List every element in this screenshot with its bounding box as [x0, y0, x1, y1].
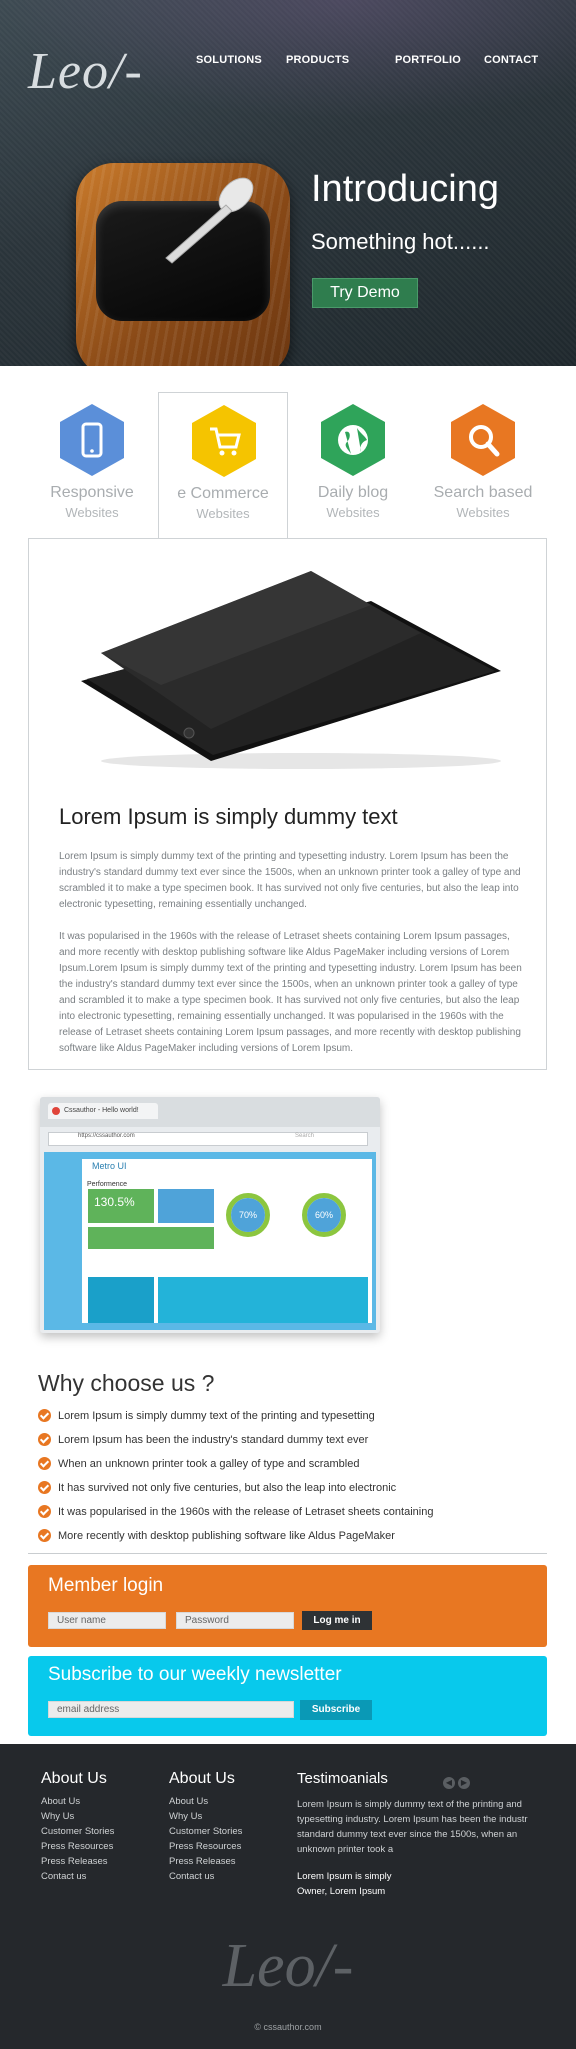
nav-contact[interactable]: CONTACT [484, 54, 538, 66]
footer-link[interactable]: Why Us [169, 1809, 242, 1824]
why-heading: Why choose us ? [38, 1370, 215, 1396]
content-paragraph-2: It was popularised in the 1960s with the… [59, 931, 522, 1054]
footer-logo[interactable]: Leo/- [0, 1931, 576, 2002]
list-item: Lorem Ipsum has been the industry's stan… [38, 1432, 518, 1456]
login-button[interactable]: Log me in [302, 1611, 372, 1630]
try-demo-button[interactable]: Try Demo [312, 278, 418, 308]
cart-icon [192, 405, 256, 477]
feature-sub: Websites [326, 505, 380, 520]
footer-link[interactable]: Why Us [41, 1809, 114, 1824]
copyright: © cssauthor.com [254, 2022, 322, 2032]
member-login-heading: Member login [48, 1575, 164, 1596]
list-item: It has survived not only five centuries,… [38, 1480, 518, 1504]
check-icon [38, 1457, 51, 1470]
metro-ring-2: 60% [302, 1193, 346, 1237]
email-field[interactable]: email address [48, 1701, 294, 1718]
search-icon [451, 404, 515, 476]
check-icon [38, 1409, 51, 1422]
metro-calendar [88, 1277, 154, 1323]
feature-content-panel: Lorem Ipsum is simply dummy text Lorem I… [28, 538, 547, 1070]
testimonial-author-role: Owner, Lorem Ipsum [297, 1886, 386, 1897]
footer-heading: About Us [41, 1770, 107, 1787]
browser-url: https://cssauthor.com [78, 1133, 135, 1139]
nav-products[interactable]: PRODUCTS [286, 54, 349, 66]
globe-icon [321, 404, 385, 476]
content-paragraph-1: Lorem Ipsum is simply dummy text of the … [59, 851, 521, 910]
hero-section: Leo/- SOLUTIONS PRODUCTS PORTFOLIO CONTA… [0, 0, 576, 366]
testimonial-text: Lorem Ipsum is simply dummy text of the … [297, 1799, 528, 1855]
list-item: It was popularised in the 1960s with the… [38, 1504, 518, 1528]
list-item: More recently with desktop publishing so… [38, 1528, 518, 1552]
feature-title: Daily blog [317, 484, 389, 501]
spoon-icon [165, 177, 254, 264]
metro-chart-tile [158, 1189, 214, 1223]
chevron-right-icon[interactable]: ▶ [458, 1777, 470, 1789]
nav-portfolio[interactable]: PORTFOLIO [395, 54, 461, 66]
testimonial-author: Lorem Ipsum is simply Owner, Lorem Ipsum [297, 1869, 537, 1899]
feature-tab-blog[interactable]: Daily blog Websites [288, 392, 418, 538]
feature-title: e Commerce [177, 485, 269, 502]
footer-link[interactable]: Customer Stories [169, 1824, 242, 1839]
footer-link[interactable]: Contact us [41, 1869, 114, 1884]
testimonial-nav: ◀ ▶ [443, 1772, 473, 1790]
app-icon [76, 163, 290, 366]
tablet-image [81, 571, 501, 769]
main-nav: SOLUTIONS PRODUCTS PORTFOLIO CONTACT [196, 54, 576, 70]
browser-favicon [52, 1107, 60, 1115]
footer-link[interactable]: Contact us [169, 1869, 242, 1884]
chevron-left-icon[interactable]: ◀ [443, 1777, 455, 1789]
footer-link[interactable]: About Us [169, 1794, 242, 1809]
browser-tab: Cssauthor - Hello world! [48, 1103, 158, 1119]
footer-link[interactable]: Press Resources [41, 1839, 114, 1854]
metro-stat-tile: 130.5% [88, 1189, 154, 1223]
check-icon [38, 1433, 51, 1446]
nav-solutions[interactable]: SOLUTIONS [196, 54, 262, 66]
footer: About Us About Us Why Us Customer Storie… [0, 1744, 576, 2049]
metro-realtime-tile [88, 1227, 214, 1249]
site-logo[interactable]: Leo/- [28, 42, 143, 101]
metro-table [158, 1277, 368, 1323]
testimonials-heading: Testimoanials [297, 1770, 388, 1787]
feature-sub: Websites [196, 506, 250, 521]
feature-title: Search based [433, 484, 533, 501]
phone-icon [60, 404, 124, 476]
list-item: Lorem Ipsum is simply dummy text of the … [38, 1408, 518, 1432]
check-icon [38, 1505, 51, 1518]
footer-link[interactable]: Press Releases [169, 1854, 242, 1869]
feature-tab-search[interactable]: Search based Websites [418, 392, 548, 538]
check-icon [38, 1481, 51, 1494]
feature-title: Responsive [50, 484, 134, 501]
member-login-panel: Member login User name Password Log me i… [28, 1565, 547, 1647]
metro-ring-1: 70% [226, 1193, 270, 1237]
footer-link[interactable]: Press Releases [41, 1854, 114, 1869]
footer-heading: About Us [169, 1770, 235, 1787]
hero-subtitle: Something hot...... [311, 229, 490, 254]
feature-tab-ecommerce[interactable]: e Commerce Websites [158, 392, 288, 539]
footer-link[interactable]: About Us [41, 1794, 114, 1809]
password-field[interactable]: Password [176, 1612, 294, 1629]
testimonial-author-line: Lorem Ipsum is simply [297, 1871, 392, 1882]
why-list: Lorem Ipsum is simply dummy text of the … [38, 1408, 518, 1552]
footer-col-2: About Us About Us Why Us Customer Storie… [169, 1770, 242, 1884]
feature-sub: Websites [456, 505, 510, 520]
footer-link[interactable]: Customer Stories [41, 1824, 114, 1839]
subscribe-button[interactable]: Subscribe [300, 1700, 372, 1720]
newsletter-heading: Subscribe to our weekly newsletter [48, 1664, 342, 1685]
check-icon [38, 1529, 51, 1542]
footer-col-1: About Us About Us Why Us Customer Storie… [41, 1770, 114, 1884]
list-item: When an unknown printer took a galley of… [38, 1456, 518, 1480]
divider [28, 1553, 547, 1554]
feature-tab-responsive[interactable]: Responsive Websites [27, 392, 157, 538]
browser-search: Search [295, 1133, 315, 1139]
content-heading: Lorem Ipsum is simply dummy text [59, 804, 398, 829]
testimonials: Testimoanials ◀ ▶ Lorem Ipsum is simply d… [297, 1770, 537, 1899]
hero-title: Introducing [311, 168, 500, 210]
newsletter-panel: Subscribe to our weekly newsletter email… [28, 1656, 547, 1736]
feature-sub: Websites [65, 505, 119, 520]
username-field[interactable]: User name [48, 1612, 166, 1629]
metro-title: Metro UI [92, 1161, 127, 1171]
dashboard-screenshot: Cssauthor - Hello world! https://cssauth… [40, 1097, 380, 1333]
metro-section-label: Performence [87, 1181, 128, 1188]
footer-link[interactable]: Press Resources [169, 1839, 242, 1854]
